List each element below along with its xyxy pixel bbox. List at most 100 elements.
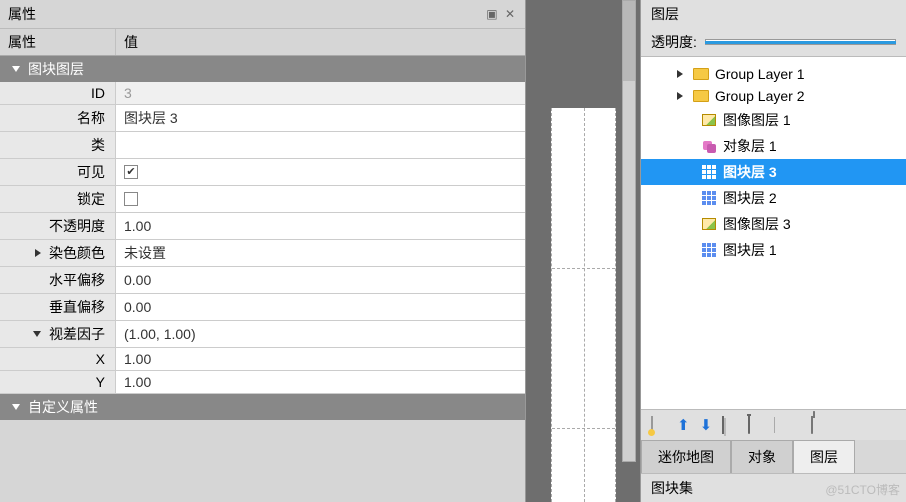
prop-value-locked[interactable] <box>116 186 525 212</box>
prop-value-visible[interactable] <box>116 159 525 185</box>
prop-key: ID <box>0 82 116 104</box>
prop-value-class[interactable] <box>116 132 525 158</box>
prop-value-px[interactable]: 1.00 <box>116 348 525 370</box>
layer-label: Group Layer 2 <box>715 88 805 104</box>
row-class: 类 <box>0 132 525 159</box>
chevron-down-icon <box>12 66 20 72</box>
move-up-button[interactable]: ⬆ <box>677 416 690 434</box>
section-label: 图块图层 <box>28 59 84 79</box>
tab-layers[interactable]: 图层 <box>793 440 855 473</box>
prop-key: 水平偏移 <box>0 267 116 293</box>
delete-button[interactable] <box>748 417 764 433</box>
layer-item[interactable]: 图块层 2 <box>641 185 906 211</box>
header-value[interactable]: 值 <box>116 29 525 55</box>
prop-key: 染色颜色 <box>0 240 116 266</box>
canvas-viewport[interactable] <box>551 108 616 502</box>
row-offset-x: 水平偏移 0.00 <box>0 267 525 294</box>
section-tile-layer[interactable]: 图块图层 <box>0 56 525 82</box>
layer-label: Group Layer 1 <box>715 66 805 82</box>
panel-tabs: 迷你地图 对象 图层 <box>641 440 906 473</box>
opacity-slider[interactable] <box>705 39 896 45</box>
duplicate-button[interactable] <box>722 417 738 433</box>
layer-item[interactable]: 图像图层 3 <box>641 211 906 237</box>
properties-panel: 属性 ▣ ✕ 属性 值 图块图层 ID 3 名称 图块层 3 类 可见 锁定 不… <box>0 0 525 502</box>
prop-key: X <box>0 348 116 370</box>
opacity-row: 透明度: <box>641 28 906 57</box>
layer-label: 图像图层 3 <box>723 214 791 234</box>
section-custom-attrs[interactable]: 自定义属性 <box>0 394 525 420</box>
prop-key: Y <box>0 371 116 393</box>
prop-value-name[interactable]: 图块层 3 <box>116 105 525 131</box>
row-parallax-x: X 1.00 <box>0 348 525 371</box>
move-down-button[interactable]: ⬇ <box>700 416 713 434</box>
prop-value-parallax[interactable]: (1.00, 1.00) <box>116 321 525 347</box>
prop-key: 可见 <box>0 159 116 185</box>
layer-toolbar: ⬆ ⬇ <box>641 409 906 440</box>
layer-item[interactable]: Group Layer 1 <box>641 63 906 85</box>
layer-label: 对象层 1 <box>723 136 777 156</box>
row-opacity: 不透明度 1.00 <box>0 213 525 240</box>
layer-label: 图块层 2 <box>723 188 777 208</box>
layer-label: 图块层 1 <box>723 240 777 260</box>
row-parallax: 视差因子 (1.00, 1.00) <box>0 321 525 348</box>
highlight-button[interactable] <box>785 417 801 433</box>
separator <box>774 417 775 433</box>
layers-panel: 图层 透明度: Group Layer 1 Group Layer 2 图像图层 1… <box>640 0 906 502</box>
layers-title: 图层 <box>641 0 906 28</box>
prop-key: 锁定 <box>0 186 116 212</box>
row-visible: 可见 <box>0 159 525 186</box>
panel-controls[interactable]: ▣ ✕ <box>486 7 517 21</box>
layer-item[interactable]: 对象层 1 <box>641 133 906 159</box>
section-label: 自定义属性 <box>28 397 98 417</box>
layer-tree: Group Layer 1 Group Layer 2 图像图层 1 对象层 1 图块层… <box>641 57 906 409</box>
layer-item[interactable]: 图块层 3 <box>641 159 906 185</box>
properties-panel-title: 属性 ▣ ✕ <box>0 0 525 29</box>
layer-item[interactable]: 图块层 1 <box>641 237 906 263</box>
layer-label: 图块层 3 <box>723 162 777 182</box>
chevron-down-icon[interactable] <box>33 331 41 337</box>
row-name: 名称 图块层 3 <box>0 105 525 132</box>
layer-item[interactable]: Group Layer 2 <box>641 85 906 107</box>
grid-icon <box>701 190 717 206</box>
row-id: ID 3 <box>0 82 525 105</box>
prop-value-id: 3 <box>116 82 525 104</box>
lock-button[interactable] <box>811 417 827 433</box>
chevron-right-icon[interactable] <box>677 92 683 100</box>
prop-value-tint[interactable]: 未设置 <box>116 240 525 266</box>
canvas-area[interactable] <box>525 0 640 502</box>
chevron-right-icon[interactable] <box>35 249 41 257</box>
prop-key: 名称 <box>0 105 116 131</box>
tab-objects[interactable]: 对象 <box>731 440 793 473</box>
checkbox-visible[interactable] <box>124 165 138 179</box>
new-layer-button[interactable] <box>651 417 667 433</box>
chevron-down-icon <box>12 404 20 410</box>
row-offset-y: 垂直偏移 0.00 <box>0 294 525 321</box>
prop-key: 视差因子 <box>0 321 116 347</box>
prop-value-offy[interactable]: 0.00 <box>116 294 525 320</box>
prop-value-py[interactable]: 1.00 <box>116 371 525 393</box>
grid-icon <box>701 164 717 180</box>
row-tint: 染色颜色 未设置 <box>0 240 525 267</box>
chevron-right-icon[interactable] <box>677 70 683 78</box>
prop-key: 垂直偏移 <box>0 294 116 320</box>
object-icon <box>701 138 717 154</box>
layer-label: 图像图层 1 <box>723 110 791 130</box>
watermark: @51CTO博客 <box>825 481 900 498</box>
layer-item[interactable]: 图像图层 1 <box>641 107 906 133</box>
scrollbar-thumb[interactable] <box>623 1 635 81</box>
grid-icon <box>701 242 717 258</box>
header-attribute[interactable]: 属性 <box>0 29 116 55</box>
checkbox-locked[interactable] <box>124 192 138 206</box>
folder-icon <box>693 66 709 82</box>
prop-value-opacity[interactable]: 1.00 <box>116 213 525 239</box>
opacity-label: 透明度: <box>651 32 697 52</box>
tab-minimap[interactable]: 迷你地图 <box>641 440 731 473</box>
properties-headers: 属性 值 <box>0 29 525 56</box>
image-icon <box>701 216 717 232</box>
prop-value-offx[interactable]: 0.00 <box>116 267 525 293</box>
prop-key: 类 <box>0 132 116 158</box>
row-parallax-y: Y 1.00 <box>0 371 525 394</box>
scrollbar-vertical[interactable] <box>622 0 636 462</box>
image-icon <box>701 112 717 128</box>
panel-title-text: 属性 <box>8 4 36 24</box>
